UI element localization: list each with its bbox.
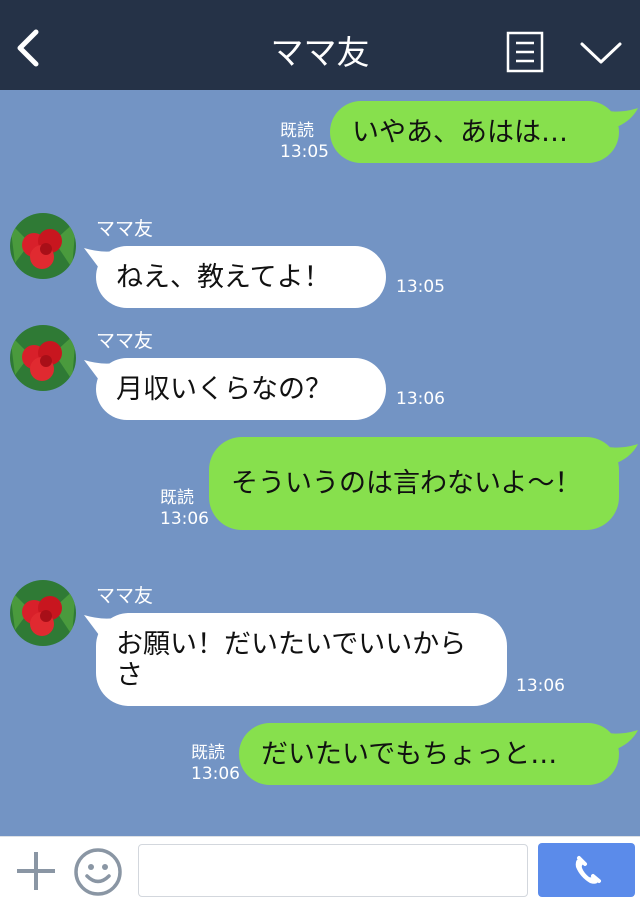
message-bubble[interactable]: ねえ、教えてよ！ [96, 246, 386, 308]
phone-icon [575, 856, 601, 884]
timestamp: 13:06 [516, 676, 565, 696]
read-label: 既読 [280, 121, 314, 141]
back-button[interactable] [12, 26, 48, 70]
smiley-icon [74, 848, 122, 896]
call-button[interactable] [538, 843, 635, 897]
chevron-down-icon [580, 42, 622, 64]
sender-name: ママ友 [96, 218, 154, 240]
read-label: 既読 [191, 743, 225, 763]
timestamp: 13:06 [396, 389, 445, 409]
chevron-left-icon [17, 29, 39, 67]
read-receipt: 既読 13:05 [280, 121, 329, 163]
read-label: 既読 [160, 488, 194, 508]
message-input[interactable] [138, 844, 528, 897]
chat-screen: ママ友 既読 13:05 いやあ、あはは… ママ友 ねえ、教えてよ！ 13:05… [0, 0, 640, 904]
plus-icon [17, 852, 55, 890]
message-text: だいたいでもちょっと… [261, 738, 558, 770]
input-bar [0, 836, 640, 904]
emoji-button[interactable] [73, 847, 123, 897]
avatar[interactable] [10, 213, 76, 279]
timestamp: 13:05 [396, 277, 445, 297]
add-button[interactable] [14, 849, 58, 893]
timestamp: 13:06 [160, 509, 209, 529]
message-text: いやあ、あはは… [352, 116, 568, 148]
avatar-image [10, 325, 76, 391]
avatar[interactable] [10, 325, 76, 391]
sender-name: ママ友 [96, 585, 154, 607]
avatar[interactable] [10, 580, 76, 646]
avatar-image [10, 213, 76, 279]
menu-button[interactable] [506, 31, 544, 73]
chat-header: ママ友 [0, 0, 640, 90]
message-text: ねえ、教えてよ！ [116, 261, 331, 293]
read-receipt: 既読 13:06 [191, 743, 240, 785]
message-text: お願い！だいたいでいいからさ [116, 628, 467, 691]
message-bubble[interactable]: そういうのは言わないよ〜！ [209, 437, 619, 530]
message-bubble[interactable]: だいたいでもちょっと… [239, 723, 619, 785]
sender-name: ママ友 [96, 330, 154, 352]
message-text: そういうのは言わないよ〜！ [231, 468, 582, 499]
list-icon [506, 31, 544, 73]
read-receipt: 既読 13:06 [160, 488, 209, 530]
avatar-image [10, 580, 76, 646]
message-bubble[interactable]: いやあ、あはは… [330, 101, 619, 163]
message-bubble[interactable]: 月収いくらなの？ [96, 358, 386, 420]
collapse-button[interactable] [578, 38, 624, 70]
timestamp: 13:06 [191, 764, 240, 784]
message-text: 月収いくらなの？ [116, 373, 332, 405]
message-bubble[interactable]: お願い！だいたいでいいからさ [96, 613, 507, 706]
timestamp: 13:05 [280, 142, 329, 162]
chat-title: ママ友 [270, 33, 370, 72]
